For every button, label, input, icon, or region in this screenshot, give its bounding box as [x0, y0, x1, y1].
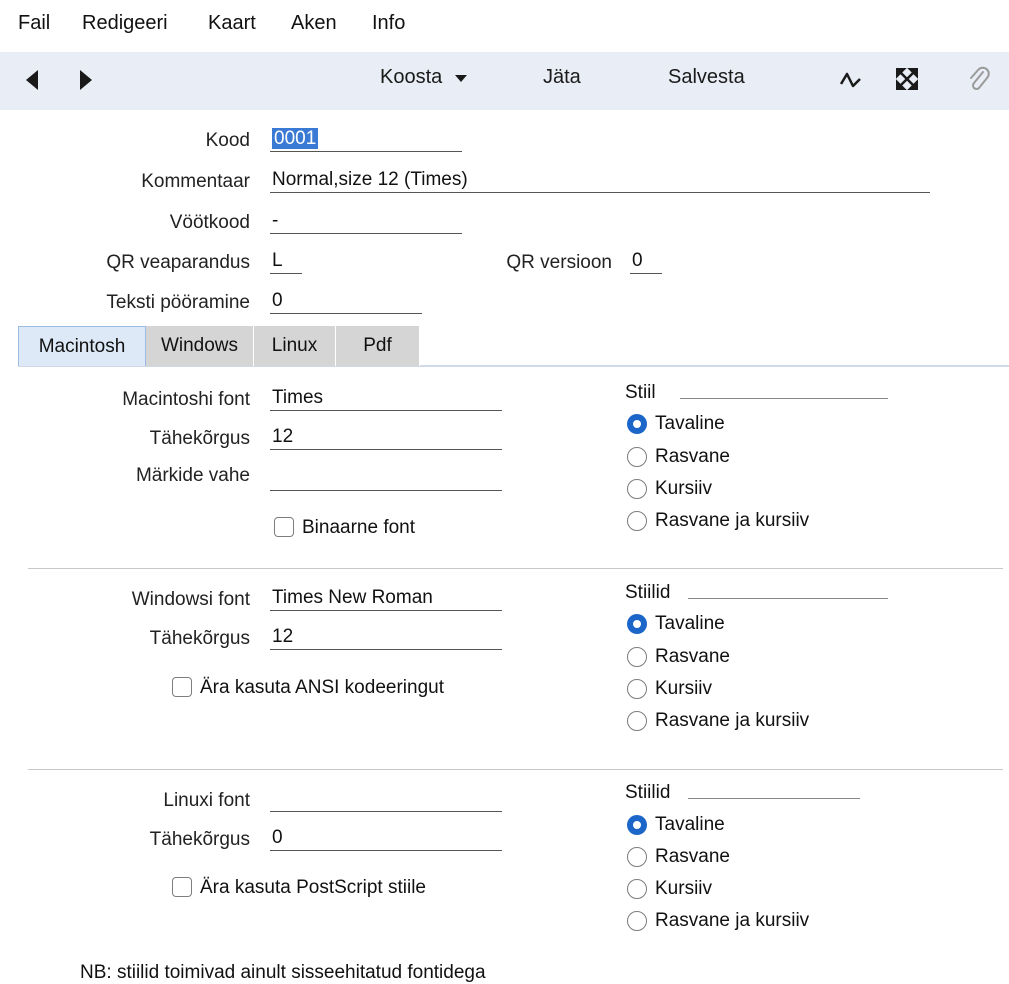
menu-bar: Fail Redigeeri Kaart Aken Info: [0, 0, 1009, 50]
menu-aken[interactable]: Aken: [291, 12, 337, 35]
kood-field[interactable]: 0001: [270, 126, 462, 152]
linux-style-radio-kursiiv[interactable]: [627, 879, 647, 899]
kommentaar-label: Kommentaar: [141, 171, 250, 192]
win-size-field[interactable]: 12: [270, 624, 502, 650]
vootkood-label: Vöötkood: [169, 212, 250, 233]
kommentaar-field[interactable]: Normal,size 12 (Times): [270, 167, 930, 193]
mac-style-divider: [680, 398, 888, 399]
toolbar: Koosta Jäta Salvesta: [0, 52, 1009, 110]
koosta-label: Koosta: [380, 66, 443, 88]
mac-style-radio-rasvane[interactable]: [627, 447, 647, 467]
win-style-rasvane-label: Rasvane: [655, 646, 730, 667]
mac-spacing-field[interactable]: [270, 465, 502, 491]
mac-style-kursiiv-label: Kursiiv: [655, 478, 713, 499]
teksti-pooramine-field[interactable]: 0: [270, 288, 422, 314]
win-style-kursiiv-label: Kursiiv: [655, 678, 713, 699]
qr-versioon-field[interactable]: 0: [630, 248, 662, 274]
linux-style-title: Stiilid: [625, 782, 671, 803]
menu-fail[interactable]: Fail: [18, 12, 50, 35]
win-style-tavaline-label: Tavaline: [655, 613, 725, 634]
binary-font-checkbox[interactable]: [274, 517, 294, 537]
linux-style-divider: [688, 798, 860, 799]
section-divider: [28, 769, 1003, 770]
chevron-down-icon: [454, 74, 467, 82]
koosta-button[interactable]: Koosta: [380, 66, 468, 89]
back-arrow-icon[interactable]: [24, 68, 42, 98]
qr-veaparandus-label: QR veaparandus: [106, 252, 250, 273]
win-size-label: Tähekõrgus: [149, 628, 250, 649]
mac-style-radio-rasvane-kursiiv[interactable]: [627, 511, 647, 531]
win-style-title: Stiilid: [625, 582, 671, 603]
ansi-checkbox[interactable]: [172, 677, 192, 697]
mac-size-label: Tähekõrgus: [149, 428, 250, 449]
postscript-label: Ära kasuta PostScript stiile: [200, 877, 426, 898]
menu-kaart[interactable]: Kaart: [208, 12, 256, 35]
forward-arrow-icon[interactable]: [76, 68, 94, 98]
mac-style-radio-tavaline[interactable]: [627, 414, 647, 434]
mac-style-radio-kursiiv[interactable]: [627, 479, 647, 499]
section-divider: [28, 568, 1003, 569]
kood-label: Kood: [205, 130, 250, 151]
jata-button[interactable]: Jäta: [543, 66, 581, 89]
win-style-divider: [688, 598, 888, 599]
linux-font-label: Linuxi font: [163, 790, 250, 811]
mac-style-title: Stiil: [625, 382, 656, 403]
expand-icon[interactable]: [895, 67, 919, 96]
qr-versioon-label: QR versioon: [506, 252, 612, 273]
win-font-field[interactable]: Times New Roman: [270, 585, 502, 611]
postscript-checkbox[interactable]: [172, 877, 192, 897]
linux-style-rasvane-label: Rasvane: [655, 846, 730, 867]
linux-font-field[interactable]: [270, 786, 502, 812]
salvesta-button[interactable]: Salvesta: [668, 66, 745, 89]
mac-style-tavaline-label: Tavaline: [655, 413, 725, 434]
mac-font-label: Macintoshi font: [122, 389, 250, 410]
win-font-label: Windowsi font: [131, 589, 250, 610]
menu-info[interactable]: Info: [372, 12, 405, 35]
linux-size-field[interactable]: 0: [270, 825, 502, 851]
tab-linux[interactable]: Linux: [254, 326, 336, 366]
tab-pdf[interactable]: Pdf: [336, 326, 420, 366]
win-style-rasvane-kursiiv-label: Rasvane ja kursiiv: [655, 710, 810, 731]
tab-windows[interactable]: Windows: [146, 326, 254, 366]
activity-icon[interactable]: [839, 70, 862, 96]
qr-veaparandus-field[interactable]: L: [270, 248, 302, 274]
mac-font-field[interactable]: Times: [270, 385, 502, 411]
win-style-radio-rasvane[interactable]: [627, 647, 647, 667]
mac-style-rasvane-kursiiv-label: Rasvane ja kursiiv: [655, 510, 810, 531]
mac-size-field[interactable]: 12: [270, 424, 502, 450]
linux-size-label: Tähekõrgus: [149, 829, 250, 850]
kood-value: 0001: [272, 128, 319, 149]
linux-style-kursiiv-label: Kursiiv: [655, 878, 713, 899]
linux-style-radio-rasvane[interactable]: [627, 847, 647, 867]
win-style-radio-kursiiv[interactable]: [627, 679, 647, 699]
linux-style-rasvane-kursiiv-label: Rasvane ja kursiiv: [655, 910, 810, 931]
mac-spacing-label: Märkide vahe: [135, 465, 250, 486]
linux-style-radio-rasvane-kursiiv[interactable]: [627, 911, 647, 931]
paperclip-icon[interactable]: [968, 66, 990, 100]
mac-style-rasvane-label: Rasvane: [655, 446, 730, 467]
win-style-radio-tavaline[interactable]: [627, 614, 647, 634]
linux-style-tavaline-label: Tavaline: [655, 814, 725, 835]
binary-font-label: Binaarne font: [302, 517, 416, 538]
ansi-label: Ära kasuta ANSI kodeeringut: [200, 677, 444, 698]
vootkood-field[interactable]: -: [270, 208, 462, 234]
teksti-pooramine-label: Teksti pööramine: [106, 292, 250, 313]
tab-macintosh[interactable]: Macintosh: [18, 326, 146, 366]
menu-redigeeri[interactable]: Redigeeri: [82, 12, 168, 35]
footnote: NB: stiilid toimivad ainult sisseehitatu…: [80, 962, 486, 983]
linux-style-radio-tavaline[interactable]: [627, 815, 647, 835]
win-style-radio-rasvane-kursiiv[interactable]: [627, 711, 647, 731]
